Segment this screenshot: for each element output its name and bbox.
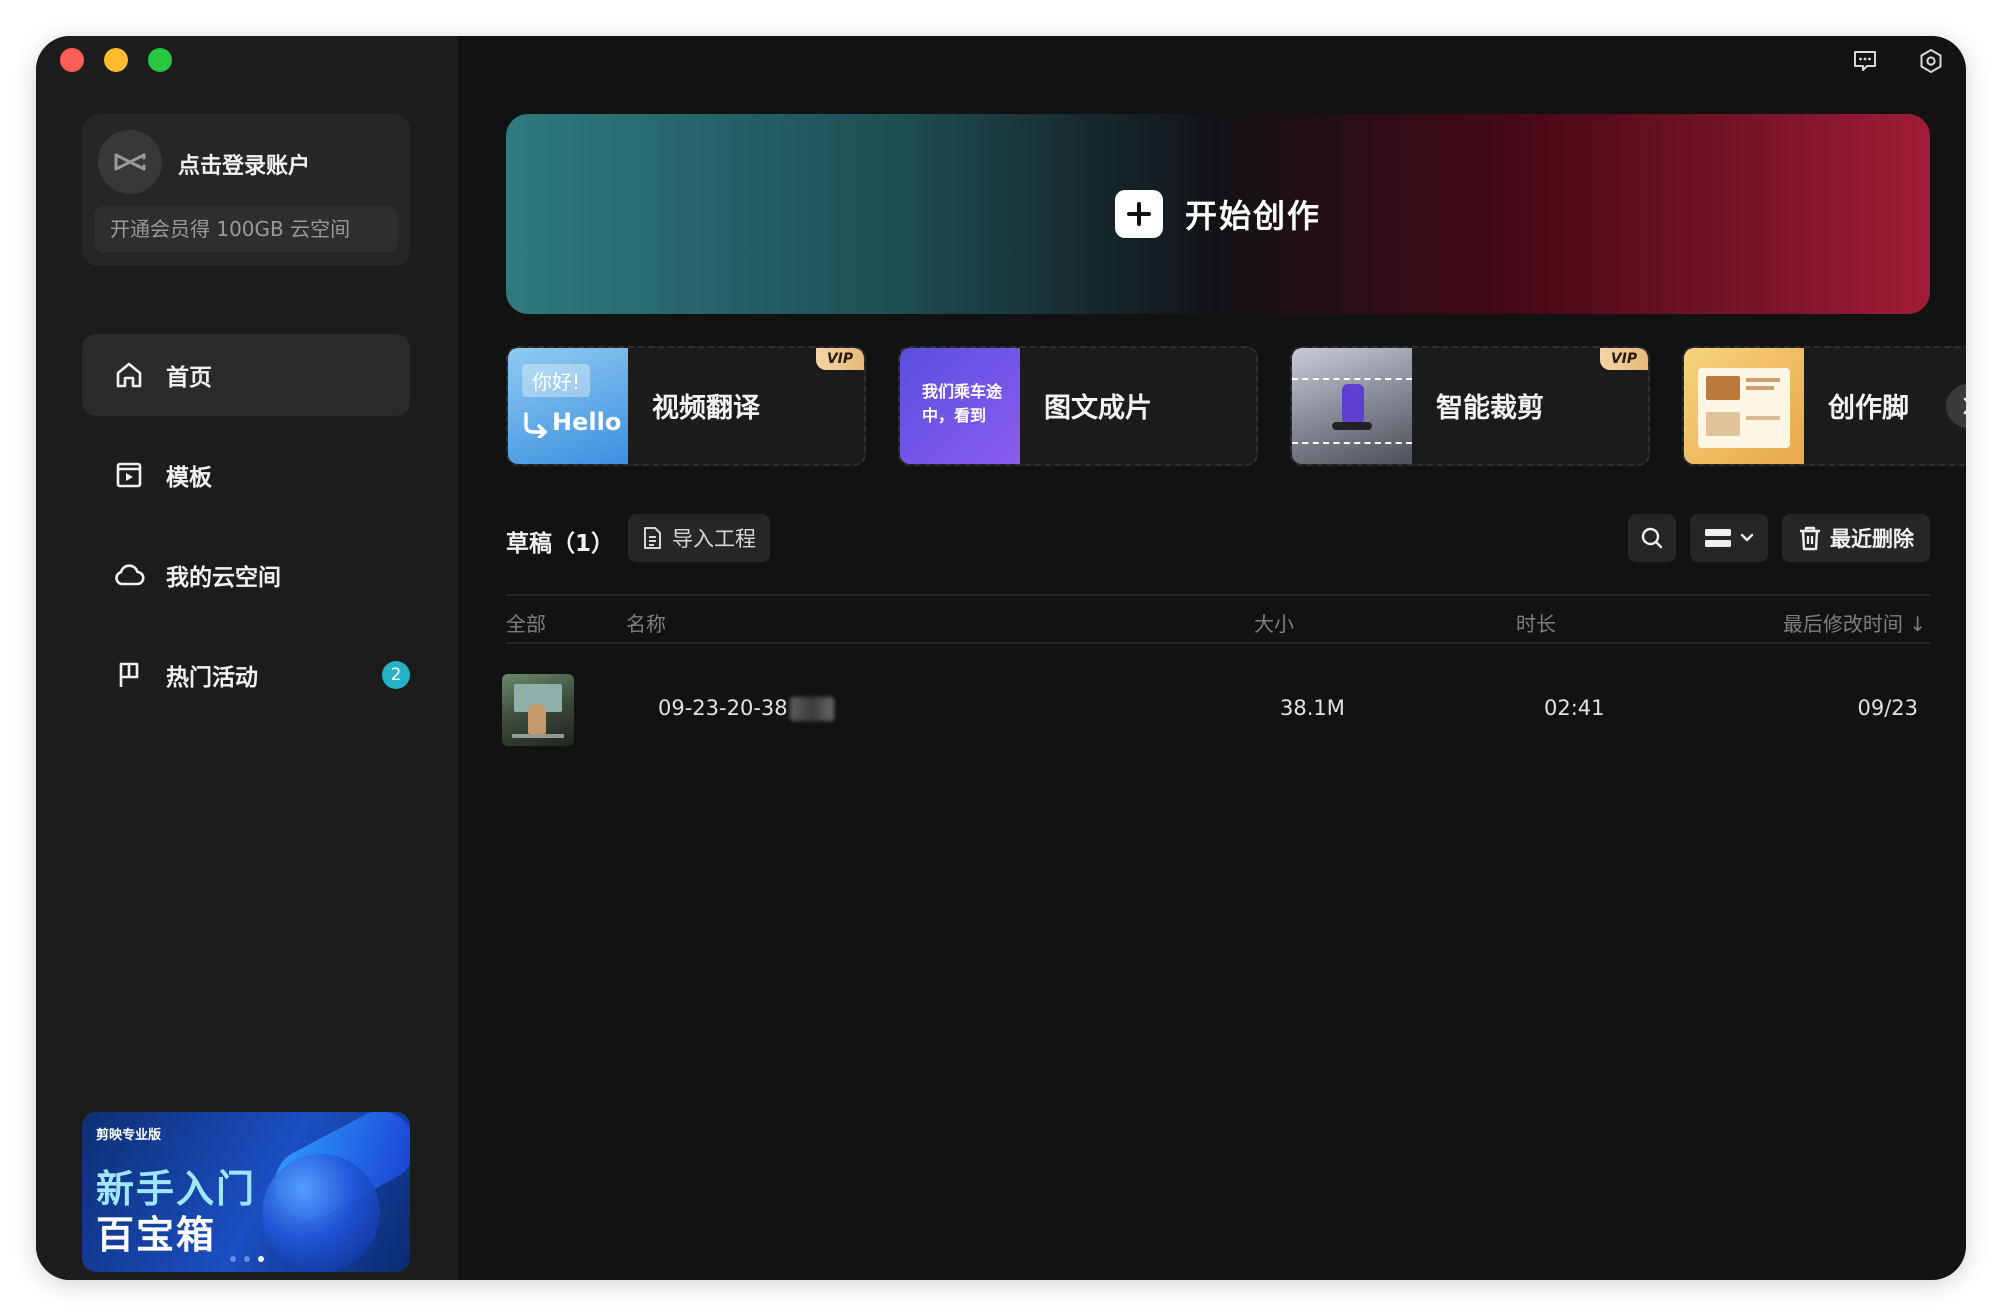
quick-tools-row: 你好! Hello 视频翻译 VIP 我们乘车途 中，看到 图文成片 智能裁剪 … — [506, 346, 1966, 468]
cloud-icon — [112, 558, 146, 592]
tool-thumbnail: 我们乘车途 中，看到 — [900, 348, 1020, 464]
table-row[interactable]: 09-23-20-38 38.1M 02:41 09/23 — [502, 672, 1930, 748]
vip-badge: VIP — [816, 348, 864, 370]
sidebar-item-label: 模板 — [166, 465, 212, 491]
sidebar-item-templates[interactable]: 模板 — [82, 434, 410, 516]
thumb-caption: Hello — [552, 408, 622, 436]
sidebar-item-label: 热门活动 — [166, 665, 258, 691]
carousel-dot-active[interactable] — [258, 1256, 264, 1262]
skater-figure — [1342, 384, 1364, 424]
filter-all-column[interactable]: 全部 — [506, 608, 546, 637]
translate-arrow-icon — [524, 412, 548, 438]
carousel-dot[interactable] — [230, 1256, 236, 1262]
chevron-right-icon — [1963, 397, 1966, 415]
feedback-icon[interactable] — [1850, 46, 1880, 76]
thumb-caption: 中，看到 — [922, 406, 987, 425]
minimize-window-button[interactable] — [104, 48, 128, 72]
tool-label: 图文成片 — [1044, 393, 1152, 424]
column-modified[interactable]: 最后修改时间 ↓ — [1783, 608, 1926, 637]
login-link[interactable]: 点击登录账户 — [178, 148, 310, 180]
draft-thumbnail[interactable] — [502, 674, 574, 746]
capcut-logo-icon — [114, 153, 146, 171]
app-window: 点击登录账户 开通会员得 100GB 云空间 首页 模板 我的云空间 热门活动 … — [36, 36, 1966, 1280]
import-project-button[interactable]: 导入工程 — [628, 514, 770, 562]
tool-thumbnail — [1684, 348, 1804, 464]
recently-deleted-button[interactable]: 最近删除 — [1782, 514, 1930, 562]
thumb-caption: 我们乘车途 — [922, 382, 1003, 401]
home-icon — [112, 358, 146, 392]
account-card[interactable]: 点击登录账户 开通会员得 100GB 云空间 — [82, 114, 410, 266]
draft-name-text: 09-23-20-38 — [658, 696, 788, 720]
redacted-text — [789, 697, 834, 721]
window-controls — [60, 48, 172, 72]
sidebar-nav: 首页 模板 我的云空间 热门活动 2 — [82, 334, 410, 734]
column-duration[interactable]: 时长 — [1516, 608, 1556, 637]
drafts-title: 草稿（1） — [506, 531, 615, 557]
recently-deleted-label: 最近删除 — [1830, 527, 1914, 551]
promo-banner[interactable]: 剪映专业版 新手入门 百宝箱 — [82, 1112, 410, 1272]
vip-badge: VIP — [1600, 348, 1648, 370]
notification-badge: 2 — [382, 661, 410, 689]
tool-thumbnail — [1292, 348, 1412, 464]
tool-text-to-video[interactable]: 我们乘车途 中，看到 图文成片 — [898, 346, 1258, 466]
skateboard-graphic — [1332, 422, 1372, 430]
tool-creative-script[interactable]: 创作脚 — [1682, 346, 1966, 466]
sidebar-item-label: 首页 — [166, 365, 212, 391]
draft-modified: 09/23 — [1857, 696, 1918, 720]
plus-icon — [1114, 190, 1163, 238]
carousel-dot[interactable] — [244, 1256, 250, 1262]
chevron-down-icon — [1740, 533, 1754, 542]
tool-label: 智能裁剪 — [1436, 393, 1544, 424]
document-icon — [644, 527, 661, 549]
start-creating-button[interactable]: 开始创作 — [506, 114, 1930, 314]
promo-carousel-dots[interactable] — [230, 1256, 264, 1262]
header-icons — [1850, 46, 1946, 76]
settings-icon[interactable] — [1916, 46, 1946, 76]
promo-brand: 剪映专业版 — [96, 1128, 162, 1143]
flag-icon — [112, 658, 146, 692]
sidebar: 点击登录账户 开通会员得 100GB 云空间 首页 模板 我的云空间 热门活动 … — [36, 36, 458, 1280]
promo-orb-graphic — [262, 1154, 380, 1272]
sidebar-item-label: 我的云空间 — [166, 565, 281, 591]
zoom-window-button[interactable] — [148, 48, 172, 72]
template-icon — [112, 458, 146, 492]
tool-label: 创作脚 — [1828, 393, 1909, 424]
draft-duration: 02:41 — [1544, 696, 1605, 720]
thumb-caption: 你好! — [522, 364, 591, 397]
vip-upsell-strip[interactable]: 开通会员得 100GB 云空间 — [94, 206, 398, 252]
close-window-button[interactable] — [60, 48, 84, 72]
start-creating-label: 开始创作 — [1184, 197, 1321, 235]
trash-icon — [1800, 526, 1820, 551]
import-project-label: 导入工程 — [672, 527, 756, 551]
avatar[interactable] — [98, 130, 162, 194]
tool-smart-crop[interactable]: 智能裁剪 VIP — [1290, 346, 1650, 466]
sidebar-item-home[interactable]: 首页 — [82, 334, 410, 416]
list-view-icon — [1705, 529, 1731, 547]
sidebar-item-cloud[interactable]: 我的云空间 — [82, 534, 410, 616]
draft-size: 38.1M — [1280, 696, 1345, 720]
drafts-toolbar: 草稿（1） 导入工程 最近删除 — [506, 514, 1930, 564]
tool-video-translate[interactable]: 你好! Hello 视频翻译 VIP — [506, 346, 866, 466]
tool-label: 视频翻译 — [652, 393, 760, 424]
view-mode-dropdown[interactable] — [1690, 514, 1768, 562]
script-doc-graphic — [1698, 368, 1790, 448]
toolbar-right: 最近删除 — [1628, 514, 1930, 562]
search-button[interactable] — [1628, 514, 1676, 562]
search-icon — [1641, 527, 1663, 549]
draft-name[interactable]: 09-23-20-38 — [658, 696, 834, 721]
promo-subheadline: 百宝箱 — [96, 1213, 217, 1257]
tool-thumbnail: 你好! Hello — [508, 348, 628, 464]
column-size[interactable]: 大小 — [1254, 608, 1294, 637]
sidebar-item-events[interactable]: 热门活动 2 — [82, 634, 410, 716]
column-name[interactable]: 名称 — [626, 608, 666, 637]
drafts-table-header: 全部 名称 大小 时长 最后修改时间 ↓ — [506, 594, 1930, 644]
